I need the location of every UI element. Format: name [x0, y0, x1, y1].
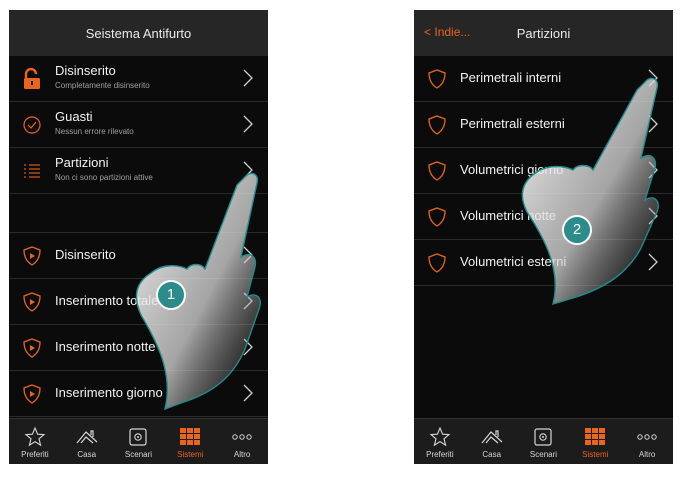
- chevron-right-icon: [243, 384, 253, 402]
- tab-label: Scenari: [124, 450, 153, 459]
- chevron-right-icon: [648, 69, 658, 87]
- row-sublabel: Completamente disinserito: [55, 81, 150, 90]
- shield-icon: [428, 253, 446, 273]
- chevron-right-icon: [243, 115, 253, 133]
- tab-sistemi[interactable]: Sistemi: [164, 419, 216, 464]
- partition-label: Volumetrici giorno: [460, 162, 564, 177]
- mode-inserimento-notte[interactable]: Inserimento notte: [9, 325, 268, 371]
- tab-preferiti[interactable]: Preferiti: [9, 419, 61, 464]
- chevron-right-icon: [648, 161, 658, 179]
- check-circle-icon: [23, 116, 41, 134]
- mode-inserimento-totale[interactable]: Inserimento totale: [9, 279, 268, 325]
- chevron-right-icon: [648, 115, 658, 133]
- tab-label: Preferiti: [426, 450, 454, 459]
- chevron-right-icon: [243, 161, 253, 179]
- scene-icon: [534, 428, 553, 446]
- star-icon: [24, 426, 46, 447]
- chevron-right-icon: [243, 338, 253, 356]
- row-guasti[interactable]: Guasti Nessun errore rilevato: [9, 102, 268, 148]
- section-gap: [9, 194, 268, 233]
- partition-label: Perimetrali esterni: [460, 116, 565, 131]
- tab-casa[interactable]: Casa: [466, 419, 518, 464]
- tab-scenari[interactable]: Scenari: [518, 419, 570, 464]
- tab-label: Altro: [638, 450, 656, 459]
- tab-label: Sistemi: [582, 450, 609, 459]
- tab-label: Scenari: [529, 450, 558, 459]
- chevron-left-icon: <: [424, 25, 432, 39]
- step-badge: 2: [562, 215, 592, 245]
- shield-play-icon: [23, 292, 41, 312]
- shield-icon: [428, 69, 446, 89]
- shield-icon: [428, 115, 446, 135]
- mode-disinserito[interactable]: Disinserito: [9, 233, 268, 279]
- shield-icon: [428, 161, 446, 181]
- tab-casa[interactable]: Casa: [61, 419, 113, 464]
- tab-label: Preferiti: [21, 450, 49, 459]
- chevron-right-icon: [243, 246, 253, 264]
- shield-play-icon: [23, 338, 41, 358]
- row-sublabel: Non ci sono partizioni attive: [55, 173, 153, 182]
- tab-sistemi[interactable]: Sistemi: [569, 419, 621, 464]
- page-title: Partizioni: [516, 25, 571, 41]
- screen-partizioni: < Indie... Partizioni Perimetrali intern…: [414, 10, 673, 464]
- bottom-tab-bar: Preferiti Casa Scenari Sistemi Altro: [414, 418, 673, 464]
- row-sublabel: Nessun errore rilevato: [55, 127, 134, 136]
- house-icon: [76, 430, 98, 444]
- chevron-right-icon: [648, 207, 658, 225]
- partition-row[interactable]: Volumetrici notte: [414, 194, 673, 240]
- mode-label: Inserimento totale: [55, 293, 159, 308]
- scene-icon: [129, 428, 148, 446]
- grid-icon: [585, 428, 606, 445]
- back-button[interactable]: < Indie...: [424, 25, 470, 39]
- mode-label: Inserimento giorno: [55, 385, 163, 400]
- tab-label: Casa: [482, 450, 502, 459]
- tab-preferiti[interactable]: Preferiti: [414, 419, 466, 464]
- tab-label: Sistemi: [177, 450, 204, 459]
- more-icon: [232, 434, 252, 440]
- shield-icon: [428, 207, 446, 227]
- partition-label: Volumetrici esterni: [460, 254, 567, 269]
- tab-scenari[interactable]: Scenari: [113, 419, 165, 464]
- more-icon: [637, 434, 657, 440]
- shield-play-icon: [23, 384, 41, 404]
- title-bar: < Indie... Partizioni: [414, 10, 673, 56]
- grid-icon: [180, 428, 201, 445]
- mode-label: Disinserito: [55, 247, 116, 262]
- page-title: Seistema Antifurto: [85, 25, 192, 41]
- lock-open-icon: [24, 68, 40, 89]
- tab-altro[interactable]: Altro: [621, 419, 673, 464]
- partition-row[interactable]: Volumetrici giorno: [414, 148, 673, 194]
- tab-label: Altro: [233, 450, 251, 459]
- house-icon: [481, 430, 503, 444]
- mode-label: Inserimento notte: [55, 339, 156, 354]
- row-disinserito-status[interactable]: Disinserito Completamente disinserito: [9, 56, 268, 102]
- back-label: Indie...: [434, 25, 471, 39]
- tab-altro[interactable]: Altro: [216, 419, 268, 464]
- shield-play-icon: [23, 246, 41, 266]
- row-label: Guasti: [55, 109, 93, 124]
- bottom-tab-bar: Preferiti Casa Scenari Sistemi Altro: [9, 418, 268, 464]
- partition-row[interactable]: Perimetrali interni: [414, 56, 673, 102]
- row-label: Partizioni: [55, 155, 109, 170]
- partition-row[interactable]: Perimetrali esterni: [414, 102, 673, 148]
- row-label: Disinserito: [55, 63, 116, 78]
- title-bar: Seistema Antifurto: [9, 10, 268, 56]
- list-icon: [24, 164, 40, 178]
- chevron-right-icon: [648, 253, 658, 271]
- mode-inserimento-giorno[interactable]: Inserimento giorno: [9, 371, 268, 417]
- partition-row[interactable]: Volumetrici esterni: [414, 240, 673, 286]
- partition-label: Volumetrici notte: [460, 208, 557, 223]
- row-partizioni[interactable]: Partizioni Non ci sono partizioni attive: [9, 148, 268, 194]
- screen-antifurto: Seistema Antifurto Disinserito Completam…: [9, 10, 268, 464]
- partition-label: Perimetrali interni: [460, 70, 562, 85]
- chevron-right-icon: [243, 292, 253, 310]
- star-icon: [429, 426, 451, 447]
- step-badge: 1: [156, 280, 186, 310]
- tab-label: Casa: [77, 450, 97, 459]
- chevron-right-icon: [243, 69, 253, 87]
